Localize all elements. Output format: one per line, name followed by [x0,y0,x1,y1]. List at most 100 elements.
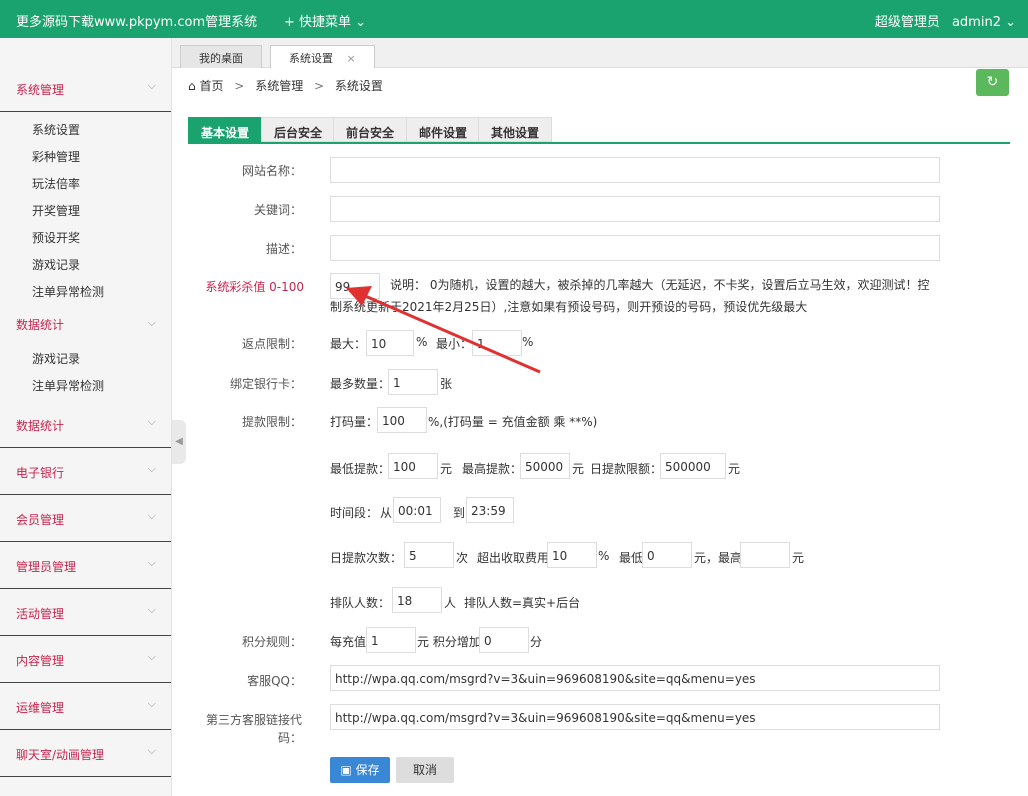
points-recharge-input[interactable]: 1 [366,627,416,653]
sidebar-group-label[interactable]: 管理员管理 [16,558,76,575]
sidebar-item-game-records[interactable]: 游戏记录 [32,256,80,273]
breadcrumb-separator: > [314,79,325,93]
sidebar-group-members[interactable]: 会员管理 ⌵ [0,495,171,542]
sidebar-group-label[interactable]: 活动管理 [16,605,64,622]
sidebar-group-label[interactable]: 内容管理 [16,652,64,669]
top-bar: 更多源码下载www.pkpym.com管理系统 + 快捷菜单 ⌄ 超级管理员 a… [0,0,1028,38]
points-recharge-label: 每充值 [330,635,367,649]
sidebar-group-chat[interactable]: 聊天室/动画管理 ⌵ [0,730,171,777]
tab-mail-settings[interactable]: 邮件设置 [406,117,481,142]
page-tab-bar: 我的桌面 系统设置 × [172,38,1028,68]
chevron-down-icon: ⌵ [147,509,156,522]
user-menu[interactable]: 超级管理员 admin2 ⌄ [867,11,1016,30]
close-icon[interactable]: × [347,52,356,65]
yuan-unit: 元 [440,462,453,476]
queue-unit: 人 [444,596,457,610]
keywords-label: 关键词： [253,203,302,217]
yuan-unit: 元 [792,551,805,565]
tab-frontend-security[interactable]: 前台安全 [333,117,408,142]
max-withdraw-input[interactable]: 50000 [520,453,570,479]
sidebar-group-content[interactable]: 内容管理 ⌵ [0,636,171,683]
max-withdraw-label: 最高提款： [462,462,523,476]
chevron-down-icon: ⌵ [147,744,156,757]
daily-count-input[interactable]: 5 [404,542,454,568]
sidebar-group-label[interactable]: 电子银行 [16,464,64,481]
time-from-input[interactable]: 00:01 [393,497,441,523]
tab-other-settings[interactable]: 其他设置 [478,117,553,142]
sidebar-group-stats[interactable]: 数据统计 ⌵ [0,401,171,448]
save-label: 保存 [355,763,380,777]
breadcrumb: ⌂ 首页 > 系统管理 > 系统设置 [188,77,383,94]
min-withdraw-label: 最低提款： [330,462,391,476]
tab-system-settings[interactable]: 系统设置 × [270,45,375,68]
sidebar-group-activities[interactable]: 活动管理 ⌵ [0,589,171,636]
sidebar-item-draw[interactable]: 开奖管理 [32,202,80,219]
time-range-label: 时间段： [330,506,379,520]
site-name-field[interactable] [330,157,940,183]
sidebar-group-label[interactable]: 数据统计 [16,417,64,434]
tab-backend-security[interactable]: 后台安全 [261,117,336,142]
sidebar-item-odds[interactable]: 玩法倍率 [32,175,80,192]
withdraw-limit-label: 提款限制： [241,415,302,429]
chevron-down-icon: ⌵ [147,415,156,428]
save-button[interactable]: ▣ 保存 [330,757,390,783]
tab-label: 我的桌面 [199,52,243,65]
quick-menu-button[interactable]: + 快捷菜单 ⌄ [284,11,366,30]
third-party-url-input[interactable]: http://wpa.qq.com/msgrd?v=3&uin=96960819… [330,704,940,730]
tab-my-desktop[interactable]: 我的桌面 [180,45,262,68]
sidebar-group-label[interactable]: 系统管理 [16,81,64,98]
sidebar-group-admins[interactable]: 管理员管理 ⌵ [0,542,171,589]
refresh-icon: ↻ [986,74,999,90]
sidebar-group-stats-cut[interactable]: 数据统计 ⌵ [0,308,171,338]
site-name-label: 网站名称： [241,164,302,178]
breadcrumb-level1[interactable]: 系统管理 [255,79,303,93]
refresh-button[interactable]: ↻ [976,69,1009,96]
time-from-label: 从 [380,506,393,520]
home-icon: ⌂ [188,79,196,93]
sidebar-item-lottery[interactable]: 彩种管理 [32,148,80,165]
daily-limit-input[interactable]: 500000 [660,453,726,479]
turnover-input[interactable]: 100 [377,407,427,433]
third-party-label: 第三方客服链接代码： [205,713,302,745]
turnover-note: %,(打码量 = 充值金额 乘 **%) [428,415,598,429]
breadcrumb-separator: > [234,79,245,93]
sidebar-group-label[interactable]: 数据统计 [16,316,64,333]
sidebar-item-preset-draw[interactable]: 预设开奖 [32,229,80,246]
qq-url-input[interactable]: http://wpa.qq.com/msgrd?v=3&uin=96960819… [330,665,940,691]
cancel-button[interactable]: 取消 [396,757,454,783]
username[interactable]: admin2 ⌄ [952,15,1016,30]
sidebar-item-system-settings[interactable]: 系统设置 [32,121,80,138]
sidebar-item-bet-anomaly[interactable]: 注单异常检测 [32,283,104,300]
times-unit: 次 [456,551,469,565]
breadcrumb-home[interactable]: 首页 [199,79,223,93]
max-fee-input[interactable] [740,542,790,568]
sidebar-item-game-records-2[interactable]: 游戏记录 [32,350,80,367]
min-withdraw-input[interactable]: 100 [388,453,438,479]
queue-input[interactable]: 18 [392,587,442,613]
time-to-input[interactable]: 23:59 [466,497,514,523]
tab-basic-settings[interactable]: 基本设置 [188,117,263,142]
points-add-input[interactable]: 0 [479,627,529,653]
min-fee-label: 最低 [619,551,644,565]
keywords-field[interactable] [330,196,940,222]
sidebar-group-label[interactable]: 会员管理 [16,511,64,528]
breadcrumb-current: 系统设置 [334,79,383,93]
chevron-down-icon: ⌵ [147,603,156,616]
sidebar-group-ebank[interactable]: 电子银行 ⌵ [0,448,171,495]
annotation-arrow-icon [346,286,541,374]
over-fee-input[interactable]: 10 [547,542,597,568]
sidebar-group-system[interactable]: 系统管理 ⌵ [0,65,171,112]
sidebar-item-bet-anomaly-2[interactable]: 注单异常检测 [32,377,104,394]
sidebar-group-ops[interactable]: 运维管理 ⌵ [0,683,171,730]
queue-note: 排队人数=真实+后台 [464,596,581,610]
max-fee-label: 元，最高 [694,551,743,565]
settings-tab-bar: 基本设置 后台安全 前台安全 邮件设置 其他设置 [188,117,1010,144]
description-label: 描述： [265,242,302,256]
sidebar-group-label[interactable]: 运维管理 [16,699,64,716]
chevron-down-icon: ⌵ [147,316,156,329]
daily-limit-label: 日提款限额： [590,462,663,476]
sidebar-group-label[interactable]: 聊天室/动画管理 [16,746,104,763]
min-fee-input[interactable]: 0 [642,542,692,568]
description-field[interactable] [330,235,940,261]
bank-card-label: 绑定银行卡： [229,377,302,391]
